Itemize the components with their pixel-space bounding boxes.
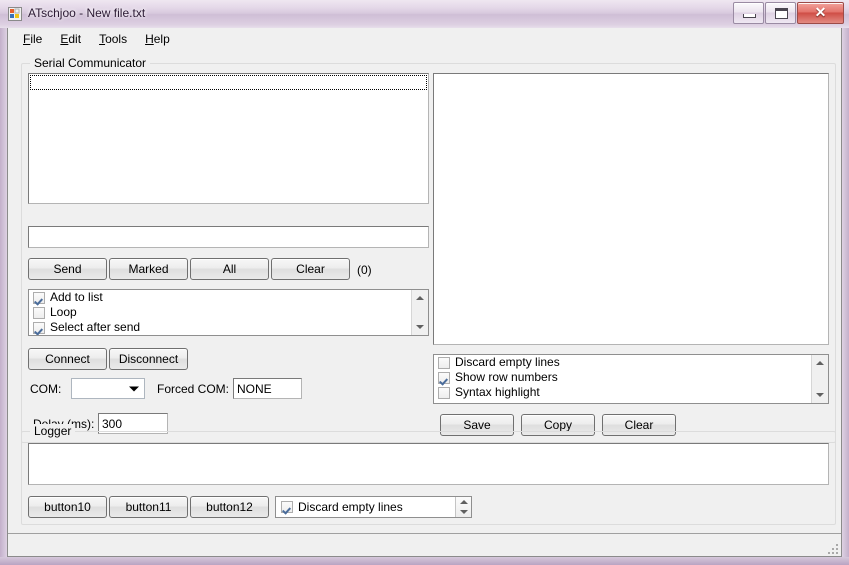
disconnect-button[interactable]: Disconnect [109,348,188,370]
checkbox-icon[interactable] [281,501,293,513]
send-option-label: Add to list [50,290,103,304]
menu-edit-label: dit [68,32,82,46]
checkbox-icon[interactable] [33,306,45,319]
maximize-button[interactable] [765,2,796,24]
send-option-loop[interactable]: Loop [29,305,411,320]
output-textbox[interactable] [433,73,829,345]
button12[interactable]: button12 [190,496,269,518]
window-controls: ✕ [732,2,844,24]
connect-button[interactable]: Connect [28,348,107,370]
menu-edit[interactable]: Edit [51,29,90,49]
output-option-label: Syntax highlight [455,385,540,399]
menu-tools[interactable]: Tools [90,29,136,49]
all-button[interactable]: All [190,258,269,280]
send-options-items: Add to list Loop Select after send [29,290,411,335]
menu-bar: File Edit Tools Help [8,28,841,50]
checkbox-icon[interactable] [33,321,45,334]
send-button[interactable]: Send [28,258,107,280]
logger-options-scrollbar[interactable] [455,497,471,517]
maximize-icon [775,8,788,19]
output-option-label: Show row numbers [455,370,558,384]
menu-help[interactable]: Help [136,29,179,49]
com-label: COM: [30,382,62,396]
button10[interactable]: button10 [28,496,107,518]
menu-tools-label: ools [105,32,128,46]
checkbox-icon[interactable] [438,371,450,384]
com-combobox[interactable] [71,378,145,399]
menu-help-mnemonic: H [145,32,154,46]
output-option-discard-empty-lines[interactable]: Discard empty lines [434,355,811,370]
output-options-list[interactable]: Discard empty lines Show row numbers Syn… [433,354,829,404]
send-option-label: Loop [50,305,77,319]
output-option-syntax-highlight[interactable]: Syntax highlight [434,385,811,400]
scroll-up-icon[interactable] [812,355,828,371]
output-option-label: Discard empty lines [455,355,560,369]
status-bar [8,533,841,556]
title-bar[interactable]: ATschjoo - New file.txt ✕ [0,0,849,28]
scroll-down-icon[interactable] [812,387,828,403]
serial-communicator-title: Serial Communicator [30,56,151,70]
clear-send-button[interactable]: Clear [271,258,350,280]
application-window: ATschjoo - New file.txt ✕ File Edit Tool… [0,0,849,565]
logger-options-list[interactable]: Discard empty lines [275,496,472,518]
send-option-add-to-list[interactable]: Add to list [29,290,411,305]
close-button[interactable]: ✕ [797,2,844,24]
menu-file[interactable]: File [14,29,51,49]
scroll-down-icon[interactable] [412,319,428,335]
window-border-right [841,0,849,565]
scroll-up-icon[interactable] [412,290,428,306]
marked-button[interactable]: Marked [109,258,188,280]
output-options-scrollbar[interactable] [811,355,828,403]
send-options-list[interactable]: Add to list Loop Select after send [28,289,429,336]
send-option-label: Select after send [50,320,141,334]
menu-help-label: elp [153,32,170,46]
minimize-icon [743,14,756,18]
resize-grip[interactable] [826,542,838,554]
scroll-up-icon[interactable] [456,497,471,507]
output-options-items: Discard empty lines Show row numbers Syn… [434,355,811,400]
command-input[interactable] [28,226,429,248]
menu-file-label: ile [30,32,43,46]
checkbox-icon[interactable] [438,386,450,399]
send-option-select-after-send[interactable]: Select after send [29,320,411,335]
app-form-icon [8,7,22,21]
logger-title: Logger [30,424,76,438]
button11[interactable]: button11 [109,496,188,518]
listbox-focus-row[interactable] [30,75,427,90]
minimize-button[interactable] [733,2,764,24]
logger-textbox[interactable] [28,443,829,485]
checkbox-icon[interactable] [33,291,45,304]
send-counter-label: (0) [357,263,372,277]
logger-option-label: Discard empty lines [298,500,403,514]
send-options-scrollbar[interactable] [411,290,428,335]
scroll-down-icon[interactable] [456,507,471,517]
chevron-down-icon [129,386,139,391]
forced-com-input[interactable] [233,378,302,399]
command-listbox[interactable] [28,73,429,204]
client-area: File Edit Tools Help Serial Communicator… [7,28,842,557]
window-title: ATschjoo - New file.txt [28,6,146,20]
forced-com-label: Forced COM: [157,382,230,396]
output-option-show-row-numbers[interactable]: Show row numbers [434,370,811,385]
window-border-bottom [0,557,849,565]
checkbox-icon[interactable] [438,356,450,369]
close-icon: ✕ [814,4,827,20]
